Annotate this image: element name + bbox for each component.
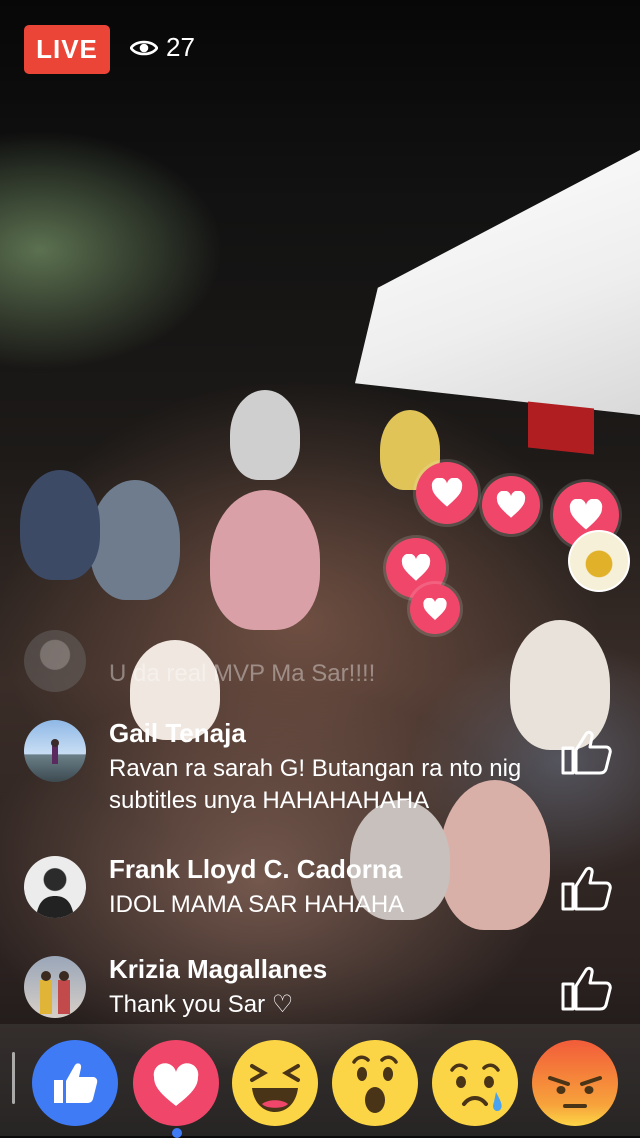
commenter-name[interactable]: Frank Lloyd C. Cadorna: [109, 854, 402, 885]
floating-heart-icon: [482, 476, 540, 534]
comment-text: IDOL MAMA SAR HAHAHA: [109, 891, 405, 918]
floating-heart-icon: [410, 584, 460, 634]
white-tent: [355, 150, 640, 415]
viewer-count-value: 27: [166, 32, 195, 62]
thumbs-up-icon: [54, 1063, 98, 1103]
comment-item-faded: U da real MVP Ma Sar!!!!: [24, 630, 624, 692]
like-reaction-button[interactable]: [32, 1040, 118, 1126]
haha-reaction-button[interactable]: [232, 1040, 318, 1126]
live-badge: LIVE: [24, 25, 110, 74]
sad-face-icon: [450, 1063, 502, 1112]
avatar: [24, 630, 86, 692]
comment-item: Gail Tenaja Ravan ra sarah G! Butangan r…: [24, 718, 624, 820]
thumbs-up-icon[interactable]: [560, 964, 612, 1017]
angry-reaction-button[interactable]: [532, 1040, 618, 1126]
laughing-face-icon: [250, 1064, 300, 1112]
love-reaction-button[interactable]: [133, 1040, 219, 1126]
avatar[interactable]: [24, 956, 86, 1018]
angry-face-icon: [548, 1076, 602, 1108]
crowd-person: [20, 470, 100, 580]
floating-reactor-avatar: [568, 530, 630, 592]
crowd-person: [90, 480, 180, 600]
heart-icon: [153, 1063, 199, 1106]
commenter-name[interactable]: Krizia Magallanes: [109, 954, 327, 985]
thumbs-up-icon[interactable]: [560, 864, 612, 917]
crowd-person: [230, 390, 300, 480]
viewer-count: 27: [130, 32, 195, 63]
commenter-name[interactable]: Gail Tenaja: [109, 718, 246, 749]
live-label: LIVE: [36, 34, 98, 64]
wow-reaction-button[interactable]: [332, 1040, 418, 1126]
reaction-bar-divider: [12, 1052, 15, 1104]
eye-icon: [130, 38, 158, 58]
comment-text: Thank you Sar ♡: [109, 991, 294, 1018]
sad-reaction-button[interactable]: [432, 1040, 518, 1126]
red-banner: [528, 401, 594, 455]
avatar[interactable]: [24, 856, 86, 918]
selected-reaction-indicator: [172, 1128, 182, 1138]
comment-text: Ravan ra sarah G! Butangan ra nto nig su…: [109, 755, 522, 814]
wow-face-icon: [352, 1055, 398, 1113]
floating-heart-icon: [416, 462, 478, 524]
comment-item: Frank Lloyd C. Cadorna IDOL MAMA SAR HAH…: [24, 854, 624, 926]
thumbs-up-icon[interactable]: [560, 728, 612, 781]
comment-item: Krizia Magallanes Thank you Sar ♡: [24, 954, 624, 1022]
comment-text: U da real MVP Ma Sar!!!!: [109, 660, 376, 687]
avatar[interactable]: [24, 720, 86, 782]
crowd-person: [210, 490, 320, 630]
